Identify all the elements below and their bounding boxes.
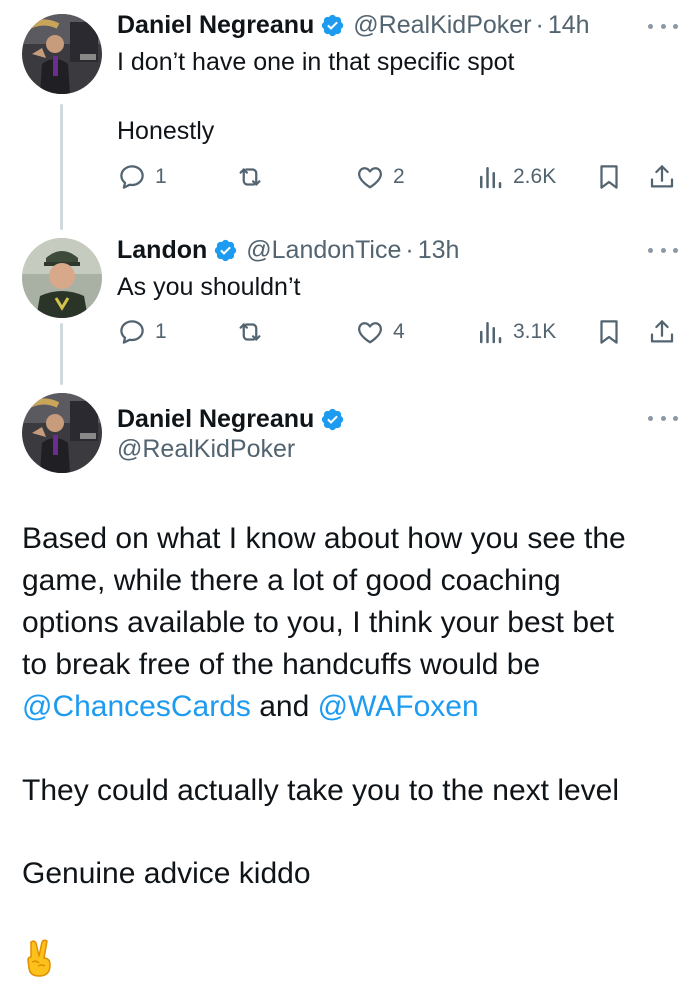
repost-icon (235, 162, 265, 192)
mentions-line: @ChancesCards and @WAFoxen (22, 686, 479, 728)
like-button[interactable]: 4 (355, 314, 405, 350)
user-handle[interactable]: @RealKidPoker (353, 11, 531, 40)
views-button[interactable]: 2.6K (475, 159, 556, 195)
views-button[interactable]: 3.1K (475, 314, 556, 350)
views-count: 3.1K (513, 320, 557, 343)
reply-icon (117, 162, 147, 192)
thread-line (60, 104, 63, 230)
tweet-paragraph: Genuine advice kiddo (22, 857, 311, 890)
verified-badge-icon (213, 238, 238, 263)
timestamp[interactable]: 14h (548, 11, 590, 40)
display-name[interactable]: Daniel Negreanu (117, 405, 314, 434)
mention-link[interactable]: @ChancesCards (22, 690, 251, 723)
like-icon (355, 162, 385, 192)
tweet-text-line: I don’t have one in that specific spot (117, 48, 515, 76)
reply-count: 1 (155, 165, 167, 188)
bookmark-icon (594, 162, 624, 192)
like-icon (355, 317, 385, 347)
repost-icon (235, 317, 265, 347)
views-count: 2.6K (513, 165, 557, 188)
avatar[interactable] (22, 393, 102, 473)
bookmark-button[interactable] (594, 314, 624, 350)
tweet-text-line: to break free of the handcuffs would be (22, 648, 541, 681)
like-count: 4 (393, 320, 405, 343)
reply-button[interactable]: 1 (117, 159, 167, 195)
more-icon[interactable] (648, 16, 678, 36)
more-icon[interactable] (648, 240, 678, 260)
verified-badge-icon (320, 13, 345, 38)
share-icon (647, 162, 677, 192)
mention-link[interactable]: @WAFoxen (318, 690, 479, 723)
tweet-text-line: options available to you, I think your b… (22, 606, 615, 639)
repost-button[interactable] (235, 314, 265, 350)
separator-dot: · (405, 235, 414, 264)
tweet-text-line: Based on what I know about how you see t… (22, 522, 626, 555)
avatar[interactable] (22, 14, 102, 94)
like-button[interactable]: 2 (355, 159, 405, 195)
reply-count: 1 (155, 320, 167, 343)
avatar[interactable] (22, 238, 102, 318)
tweet-text-line: game, while there a lot of good coaching (22, 564, 561, 597)
mention-joiner: and (250, 690, 318, 723)
reply-icon (117, 317, 147, 347)
bookmark-icon (594, 317, 624, 347)
display-name[interactable]: Daniel Negreanu (117, 11, 314, 40)
thread-line (60, 323, 63, 385)
user-handle[interactable]: @RealKidPoker (117, 435, 295, 464)
victory-hand-emoji (22, 938, 58, 978)
views-icon (475, 317, 505, 347)
bookmark-button[interactable] (594, 159, 624, 195)
like-count: 2 (393, 165, 405, 188)
share-button[interactable] (647, 314, 677, 350)
user-handle[interactable]: @LandonTice (246, 236, 401, 265)
tweet-paragraph: They could actually take you to the next… (22, 774, 620, 807)
more-icon[interactable] (648, 408, 678, 428)
tweet-text-line: Honestly (117, 117, 215, 145)
timestamp[interactable]: 13h (418, 236, 460, 265)
verified-badge-icon (320, 407, 345, 432)
display-name[interactable]: Landon (117, 236, 207, 265)
tweet-actions: 1 4 3.1K (117, 314, 682, 350)
tweet-actions: 1 2 2.6K (117, 159, 682, 195)
separator-dot: · (535, 10, 544, 39)
repost-button[interactable] (235, 159, 265, 195)
reply-button[interactable]: 1 (117, 314, 167, 350)
share-icon (647, 317, 677, 347)
views-icon (475, 162, 505, 192)
share-button[interactable] (647, 159, 677, 195)
tweet-text-line: As you shouldn’t (117, 273, 301, 301)
